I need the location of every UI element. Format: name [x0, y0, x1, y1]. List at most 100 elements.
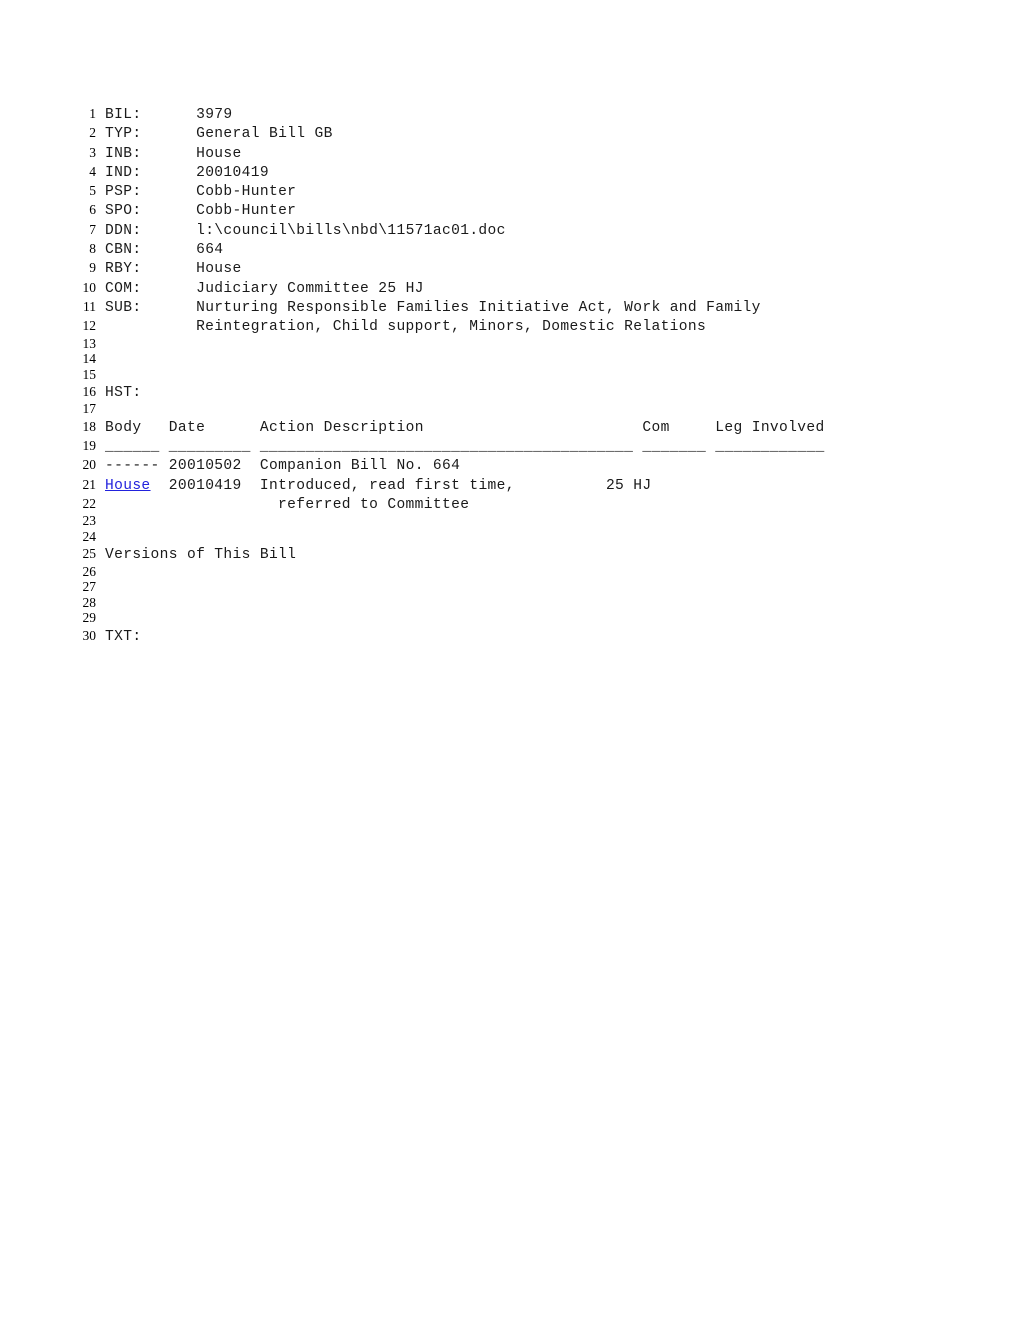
line-number: 14: [82, 351, 97, 367]
field-bil-value: 3979: [196, 107, 233, 123]
document-body: 1 BIL: 3979 2 TYP: General Bill GB 3 INB…: [70, 104, 950, 645]
line-number: 3: [89, 144, 96, 160]
record-line-blank-24: 24: [70, 529, 950, 545]
history-section-label: HST:: [105, 385, 142, 402]
field-ind-value: 20010419: [196, 164, 269, 181]
field-rby: RBY: House: [96, 260, 242, 279]
field-sub: SUB: Nurturing Responsible Families Init…: [96, 299, 761, 318]
field-inb-value: House: [196, 145, 242, 162]
blank-content: [96, 338, 114, 354]
field-sub-continued: Reintegration, Child support, Minors, Do…: [96, 318, 706, 337]
record-line-blank-26: 26: [70, 564, 950, 580]
field-cbn-label: CBN:: [105, 242, 142, 259]
record-line-blank-27: 27: [70, 579, 950, 595]
field-cbn-value: 664: [196, 242, 224, 259]
history-row-2-content: House 20010419 Introduced, read first ti…: [96, 477, 652, 496]
record-line-txt: 30 TXT:: [70, 626, 950, 645]
line-number: 12: [82, 318, 97, 334]
record-line-blank-15: 15: [70, 367, 950, 383]
field-sub-value-line1: Nurturing Responsible Families Initiativ…: [196, 299, 761, 316]
record-line-sub-cont: 12 Reintegration, Child support, Minors,…: [70, 316, 950, 335]
line-number: 11: [83, 298, 96, 314]
field-cbn: CBN: 664: [96, 241, 223, 260]
line-number: 6: [89, 202, 96, 218]
versions-heading-row: 25 Versions of This Bill: [70, 544, 950, 563]
blank-content: [96, 403, 114, 419]
line-number: 5: [89, 183, 96, 199]
body-link-house[interactable]: House: [105, 478, 151, 494]
field-rby-value: House: [196, 261, 242, 278]
field-psp-label: PSP:: [105, 184, 142, 201]
field-spo-label: SPO:: [105, 203, 142, 220]
row-date: 20010419: [168, 477, 242, 494]
field-psp-value: Cobb-Hunter: [196, 184, 297, 201]
record-line-bil: 1 BIL: 3979: [70, 104, 950, 123]
text-section-label: TXT:: [105, 628, 142, 645]
line-number: 30: [82, 627, 97, 643]
column-header-com: Com: [642, 419, 670, 436]
line-number: 7: [89, 221, 96, 237]
field-sub-label: SUB:: [105, 299, 142, 316]
blank-content: [96, 353, 114, 369]
rule-leg: ____________: [715, 439, 825, 456]
field-ddn-label: DDN:: [105, 222, 142, 239]
history-rule-content: ______ _________ _______________________…: [96, 438, 825, 457]
record-line-inb: 3 INB: House: [70, 143, 950, 162]
record-line-ddn: 7 DDN: l:\council\bills\nbd\11571ac01.do…: [70, 220, 950, 239]
line-number: 1: [89, 106, 96, 121]
blank-content: [96, 531, 114, 547]
history-rule-row: 19 ______ _________ ____________________…: [70, 436, 950, 455]
blank-content: [96, 581, 114, 597]
field-spo: SPO: Cobb-Hunter: [96, 202, 296, 221]
record-line-psp: 5 PSP: Cobb-Hunter: [70, 181, 950, 200]
field-com: COM: Judiciary Committee 25 HJ: [96, 280, 424, 299]
record-line-blank-29: 29: [70, 610, 950, 626]
history-row-2-cont-content: referred to Committee: [96, 496, 469, 515]
field-typ-value: General Bill GB: [196, 126, 333, 143]
row-date: 20010502: [168, 458, 242, 475]
field-typ-label: TYP:: [105, 126, 142, 143]
line-number: 22: [82, 496, 97, 512]
column-header-body: Body: [105, 419, 142, 436]
line-number: 15: [82, 366, 97, 382]
field-ind: IND: 20010419: [96, 164, 269, 183]
record-line-blank-28: 28: [70, 595, 950, 611]
field-inb: INB: House: [96, 145, 242, 164]
row-body: ------: [105, 458, 160, 475]
record-line-spo: 6 SPO: Cobb-Hunter: [70, 200, 950, 219]
record-line-blank-14: 14: [70, 351, 950, 367]
field-ddn-value: l:\council\bills\nbd\11571ac01.doc: [196, 222, 506, 239]
column-header-date: Date: [168, 419, 206, 436]
record-line-typ: 2 TYP: General Bill GB: [70, 123, 950, 142]
field-ind-label: IND:: [105, 164, 142, 181]
blank-content: [96, 566, 114, 582]
record-line-blank-13: 13: [70, 336, 950, 352]
line-number: 13: [82, 335, 97, 351]
record-line-blank-23: 23: [70, 513, 950, 529]
document-page: 1 BIL: 3979 2 TYP: General Bill GB 3 INB…: [0, 0, 1020, 1320]
history-header-content: Body Date Action Description Com Leg Inv…: [96, 419, 825, 438]
column-header-action: Action Description: [259, 419, 424, 436]
line-number: 20: [82, 457, 97, 473]
field-spo-value: Cobb-Hunter: [196, 203, 297, 220]
history-row-1-content: ------ 20010502 Companion Bill No. 664: [96, 457, 460, 476]
record-line-sub: 11 SUB: Nurturing Responsible Families I…: [70, 297, 950, 316]
line-number: 25: [82, 546, 97, 562]
